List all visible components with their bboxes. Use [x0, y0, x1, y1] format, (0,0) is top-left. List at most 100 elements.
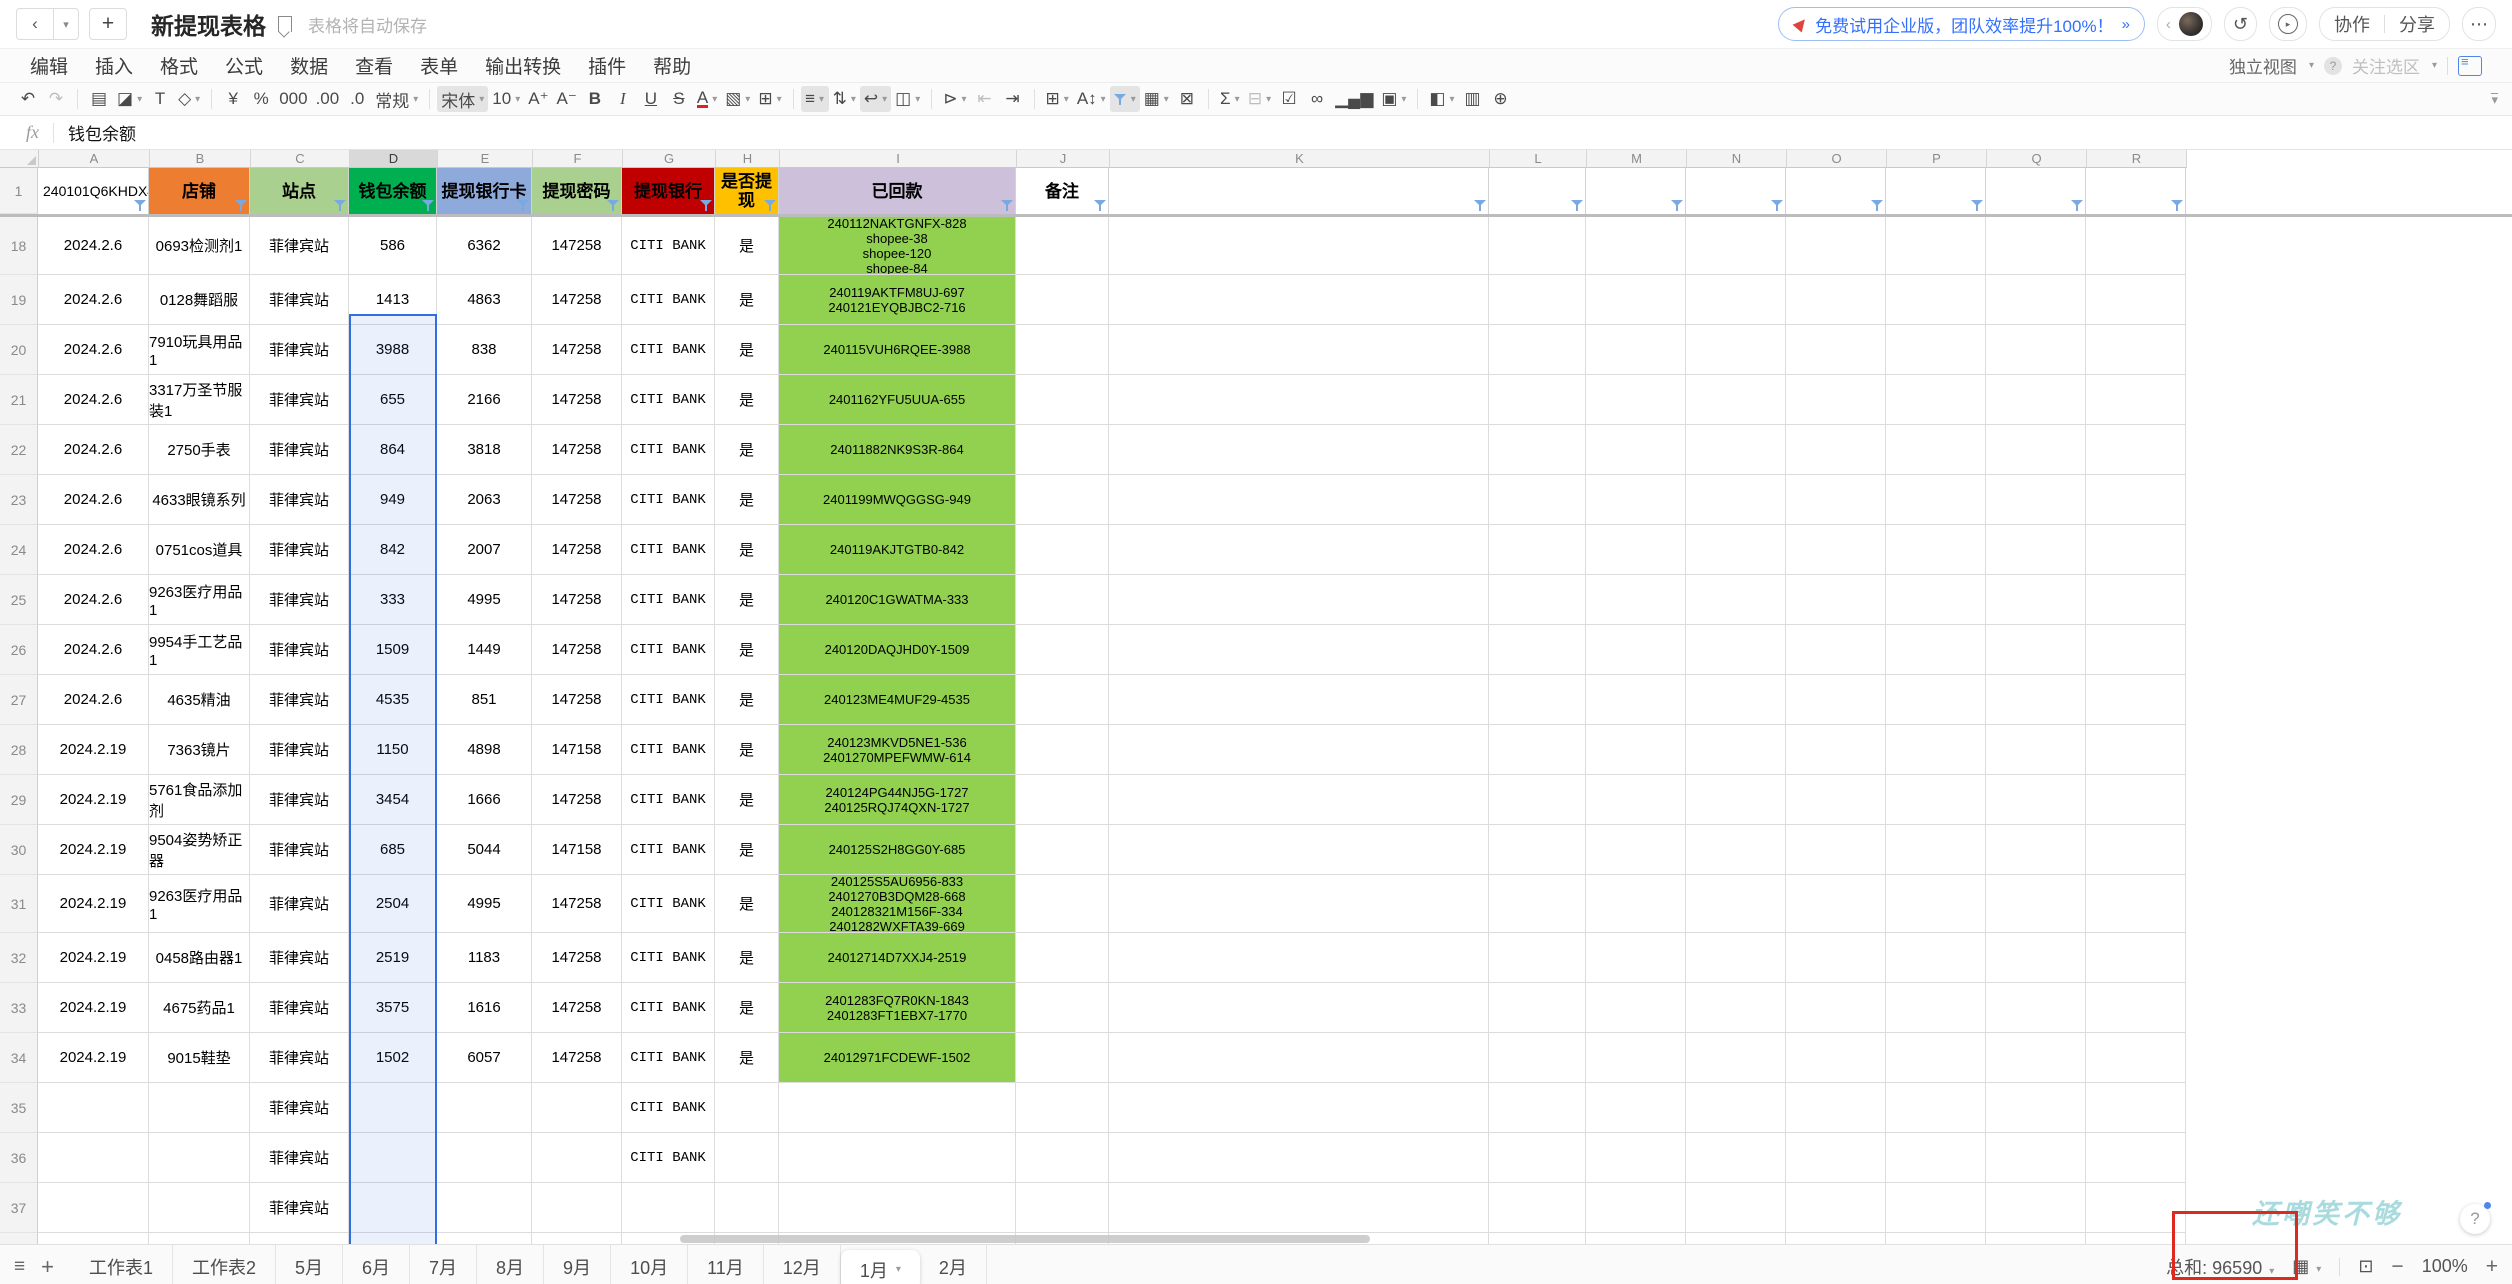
cell-shop[interactable]: 4675药品1 — [149, 983, 250, 1033]
cell-withdrawn[interactable]: 是 — [715, 1033, 779, 1083]
cell-empty[interactable] — [1489, 275, 1586, 325]
cell-date[interactable]: 2024.2.19 — [38, 725, 149, 775]
cell-empty[interactable] — [1586, 1033, 1686, 1083]
cell-bank[interactable]: CITI BANK — [622, 1083, 715, 1133]
cell-shop[interactable] — [149, 1133, 250, 1183]
cell-empty[interactable] — [2086, 933, 2186, 983]
cell-empty[interactable] — [1489, 983, 1586, 1033]
cell-empty[interactable] — [2086, 217, 2186, 275]
cell-empty[interactable] — [1109, 425, 1489, 475]
cell-password[interactable]: 147258 — [532, 775, 622, 825]
cell-empty[interactable] — [2086, 1233, 2186, 1244]
cell-empty[interactable] — [1016, 475, 1109, 525]
cell-empty[interactable] — [1986, 575, 2086, 625]
undo-button[interactable]: ↶ — [14, 86, 42, 112]
cell-empty[interactable] — [1886, 325, 1986, 375]
cell-empty[interactable] — [1016, 675, 1109, 725]
cell-empty[interactable] — [1786, 325, 1886, 375]
cell-empty[interactable] — [1016, 275, 1109, 325]
cell-empty[interactable] — [1016, 375, 1109, 425]
collaborate-button[interactable]: 协作 — [2334, 11, 2370, 37]
cell-bank-card[interactable] — [437, 1133, 532, 1183]
history-button[interactable]: ↺ — [2224, 7, 2257, 41]
cell-received[interactable]: 24011882NK9S3R-864 — [779, 425, 1016, 475]
cell-empty[interactable] — [1016, 875, 1109, 933]
cell-withdrawn[interactable]: 是 — [715, 575, 779, 625]
formula-input[interactable]: 钱包余额 — [68, 120, 136, 145]
cell-empty[interactable] — [1986, 1133, 2086, 1183]
sheet-tab-10月[interactable]: 10月 — [611, 1245, 688, 1284]
cell-withdrawn[interactable]: 是 — [715, 217, 779, 275]
cell-bank[interactable]: CITI BANK — [622, 1033, 715, 1083]
cell-bank[interactable]: CITI BANK — [622, 275, 715, 325]
focus-selection-button[interactable]: 关注选区 — [2352, 53, 2420, 78]
column-header-R[interactable]: R — [2087, 150, 2187, 168]
menu-item-插件[interactable]: 插件 — [588, 52, 626, 79]
cell-site[interactable]: 菲律宾站 — [250, 775, 349, 825]
cell-empty[interactable] — [1586, 625, 1686, 675]
cell-empty[interactable] — [1986, 425, 2086, 475]
cell-empty[interactable] — [1786, 983, 1886, 1033]
cell-withdrawn[interactable]: 是 — [715, 933, 779, 983]
avatar-group[interactable]: ‹ — [2157, 7, 2212, 41]
filter-icon[interactable] — [2071, 199, 2084, 212]
cell-wallet-balance[interactable]: 1509 — [349, 625, 437, 675]
cell-date[interactable]: 2024.2.19 — [38, 775, 149, 825]
cell-empty[interactable] — [2086, 375, 2186, 425]
cell-empty[interactable] — [1489, 375, 1586, 425]
filter-icon[interactable] — [334, 199, 347, 212]
cell-empty[interactable] — [1786, 525, 1886, 575]
cell-password[interactable]: 147258 — [532, 575, 622, 625]
increase-decimal-button[interactable]: .00 — [312, 86, 344, 112]
cell-wallet-balance[interactable]: 3575 — [349, 983, 437, 1033]
cell-withdrawn[interactable]: 是 — [715, 825, 779, 875]
row-header-28[interactable]: 28 — [0, 725, 38, 775]
cell-received[interactable]: 240120DAQJHD0Y-1509 — [779, 625, 1016, 675]
cell-empty[interactable] — [1109, 775, 1489, 825]
cell-site[interactable]: 菲律宾站 — [250, 1083, 349, 1133]
column-header-G[interactable]: G — [623, 150, 716, 168]
cell-empty[interactable] — [2086, 325, 2186, 375]
font-family-button[interactable]: 宋体▾ — [437, 86, 488, 112]
cell-empty[interactable] — [1786, 725, 1886, 775]
cell-shop[interactable]: 9954手工艺品1 — [149, 625, 250, 675]
freeze-button[interactable]: ◧▾ — [1425, 86, 1458, 112]
autofill-button[interactable]: ⊳▾ — [939, 86, 970, 112]
filter-icon[interactable] — [700, 199, 713, 212]
cell-empty[interactable] — [349, 1233, 437, 1244]
cell-empty[interactable] — [2086, 425, 2186, 475]
cell-received[interactable]: 240125S2H8GG0Y-685 — [779, 825, 1016, 875]
cell-wallet-balance[interactable]: 1413 — [349, 275, 437, 325]
cell-received[interactable]: 2401199MWQGGSG-949 — [779, 475, 1016, 525]
bold-button[interactable]: B — [581, 86, 609, 112]
cell-received[interactable]: 240123ME4MUF29-4535 — [779, 675, 1016, 725]
cell-empty[interactable] — [1586, 375, 1686, 425]
cell-received[interactable]: 2401283FQ7R0KN-18432401283FT1EBX7-1770 — [779, 983, 1016, 1033]
cell-empty[interactable] — [1986, 775, 2086, 825]
sheet-tab-2月[interactable]: 2月 — [920, 1245, 987, 1284]
cell-date[interactable]: 2024.2.6 — [38, 625, 149, 675]
cell-site[interactable]: 菲律宾站 — [250, 575, 349, 625]
cell-password[interactable]: 147258 — [532, 325, 622, 375]
cell-bank-card[interactable]: 3818 — [437, 425, 532, 475]
filter-icon[interactable] — [1571, 199, 1584, 212]
cell-date[interactable]: 2024.2.6 — [38, 375, 149, 425]
borders-button[interactable]: ⊞▾ — [754, 86, 785, 112]
cell-bank[interactable]: CITI BANK — [622, 933, 715, 983]
column-header-B[interactable]: B — [150, 150, 251, 168]
cell-withdrawn[interactable] — [715, 1133, 779, 1183]
currency-button[interactable]: ¥ — [219, 86, 247, 112]
cell-shop[interactable]: 5761食品添加剂 — [149, 775, 250, 825]
cell-empty[interactable] — [1586, 1133, 1686, 1183]
cell-empty[interactable] — [1489, 425, 1586, 475]
cell-site[interactable]: 菲律宾站 — [250, 725, 349, 775]
cell-empty[interactable] — [1016, 725, 1109, 775]
column-header-L[interactable]: L — [1490, 150, 1587, 168]
cell-withdrawn[interactable]: 是 — [715, 983, 779, 1033]
cell-empty[interactable] — [1786, 1233, 1886, 1244]
cell-shop[interactable]: 9015鞋垫 — [149, 1033, 250, 1083]
decrease-decimal-button[interactable]: .0 — [343, 86, 371, 112]
cell-empty[interactable] — [1489, 217, 1586, 275]
cell-empty[interactable] — [1686, 275, 1786, 325]
cell-empty[interactable] — [1786, 1183, 1886, 1233]
